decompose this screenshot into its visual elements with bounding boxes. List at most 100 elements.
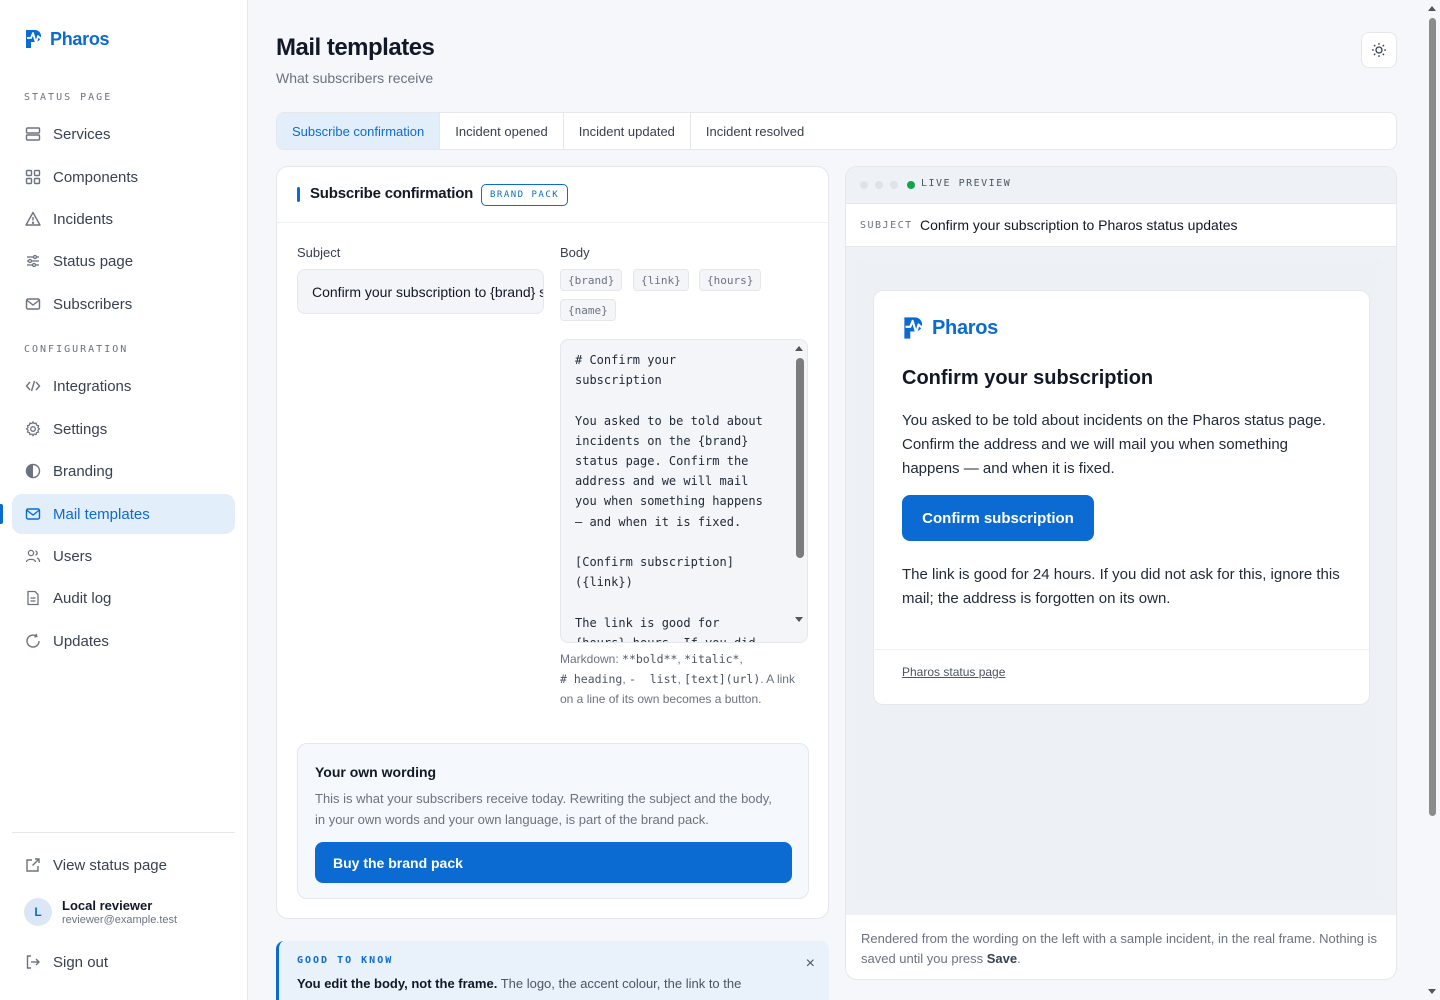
template-tabs: Subscribe confirmation Incident opened I… bbox=[276, 112, 1397, 150]
brand-pack-badge: BRAND PACK bbox=[481, 184, 569, 206]
mail-brand-name: Pharos bbox=[932, 316, 999, 339]
sign-out-icon bbox=[24, 953, 42, 971]
sign-out-label: Sign out bbox=[53, 953, 109, 971]
subject-input[interactable]: Confirm your subscription to {brand} sta… bbox=[297, 269, 544, 314]
subject-label: Subject bbox=[297, 245, 341, 260]
sidebar: Pharos STATUS PAGE Services Components I… bbox=[0, 0, 248, 1000]
body-textarea[interactable]: # Confirm your subscription You asked to… bbox=[560, 339, 808, 643]
mail-heading: Confirm your subscription bbox=[902, 367, 1154, 389]
file-icon bbox=[24, 589, 42, 607]
window-dot bbox=[890, 181, 898, 189]
warning-icon bbox=[24, 210, 42, 228]
server-icon bbox=[24, 125, 42, 143]
sidebar-item-label: Incidents bbox=[53, 210, 114, 228]
body-scrollbar[interactable] bbox=[791, 340, 807, 642]
mail-divider bbox=[874, 649, 1369, 650]
tab-subscribe-confirmation[interactable]: Subscribe confirmation bbox=[277, 113, 441, 149]
own-wording-text: This is what your subscribers receive to… bbox=[315, 791, 772, 827]
preview-footnote: Rendered from the wording on the left wi… bbox=[861, 931, 1377, 966]
mail-icon bbox=[24, 505, 42, 523]
tab-incident-opened[interactable]: Incident opened bbox=[440, 113, 564, 149]
sidebar-item-label: Status page bbox=[53, 252, 134, 270]
editor-title: Subscribe confirmation bbox=[310, 185, 474, 202]
brand-name: Pharos bbox=[50, 28, 110, 49]
sidebar-item-integrations[interactable]: Integrations bbox=[12, 366, 235, 406]
sidebar-item-incidents[interactable]: Incidents bbox=[12, 199, 235, 239]
sidebar-item-users[interactable]: Users bbox=[12, 536, 235, 576]
mail-footer-link[interactable]: Pharos status page bbox=[902, 665, 1005, 679]
placeholder-chip-hours[interactable]: {hours} bbox=[699, 269, 762, 291]
page-scrollbar[interactable] bbox=[1424, 0, 1440, 1000]
close-icon[interactable]: × bbox=[806, 955, 815, 973]
markdown-hint: Markdown: **bold**, *italic*, # heading,… bbox=[560, 652, 795, 706]
placeholder-chip-name[interactable]: {name} bbox=[560, 299, 616, 321]
sidebar-item-branding[interactable]: Branding bbox=[12, 451, 235, 491]
sidebar-item-label: Users bbox=[53, 547, 93, 565]
page-subtitle: What subscribers receive bbox=[276, 70, 434, 86]
window-dot bbox=[875, 181, 883, 189]
mail-logo: Pharos bbox=[902, 315, 998, 341]
window-dot bbox=[860, 181, 868, 189]
confirm-subscription-button[interactable]: Confirm subscription bbox=[902, 495, 1094, 541]
buy-brand-pack-button[interactable]: Buy the brand pack bbox=[315, 842, 792, 883]
sign-out-button[interactable]: Sign out bbox=[12, 942, 235, 982]
mail-preview: Pharos Confirm your subscription You ask… bbox=[873, 290, 1370, 705]
user-email: reviewer@example.test bbox=[62, 914, 178, 926]
sidebar-item-label: Settings bbox=[53, 420, 108, 438]
mail-paragraph: You asked to be told about incidents on … bbox=[902, 412, 1326, 477]
tab-incident-resolved[interactable]: Incident resolved bbox=[691, 113, 819, 149]
page-scroll-thumb[interactable] bbox=[1429, 18, 1436, 816]
sidebar-item-label: Components bbox=[53, 168, 139, 186]
editor-card: Subscribe confirmation BRAND PACK Subjec… bbox=[276, 166, 829, 919]
placeholder-chip-brand[interactable]: {brand} bbox=[560, 269, 623, 291]
sidebar-item-services[interactable]: Services bbox=[12, 114, 235, 154]
sliders-icon bbox=[24, 252, 42, 270]
view-status-page-link[interactable]: View status page bbox=[12, 845, 235, 885]
note-label: GOOD TO KNOW bbox=[297, 955, 394, 966]
mail-icon bbox=[24, 295, 42, 313]
editor-card-header: Subscribe confirmation BRAND PACK bbox=[277, 167, 828, 223]
placeholder-chip-link[interactable]: {link} bbox=[633, 269, 689, 291]
good-to-know-note: GOOD TO KNOW × You edit the body, not th… bbox=[276, 941, 829, 1000]
theme-toggle-button[interactable] bbox=[1361, 32, 1397, 68]
sidebar-divider bbox=[12, 832, 235, 833]
sidebar-item-label: Services bbox=[53, 125, 111, 143]
brand-logo[interactable]: Pharos bbox=[24, 28, 110, 50]
sidebar-item-components[interactable]: Components bbox=[12, 157, 235, 197]
contrast-icon bbox=[24, 462, 42, 480]
sidebar-item-label: Audit log bbox=[53, 589, 112, 607]
body-text: # Confirm your subscription You asked to… bbox=[575, 353, 763, 643]
section-configuration: CONFIGURATION bbox=[24, 344, 129, 355]
body-label: Body bbox=[560, 245, 590, 260]
user-profile[interactable]: L Local reviewer reviewer@example.test bbox=[24, 898, 177, 926]
sidebar-item-label: Branding bbox=[53, 462, 114, 480]
scroll-down-arrow[interactable] bbox=[795, 617, 803, 622]
sidebar-item-updates[interactable]: Updates bbox=[12, 621, 235, 661]
own-wording-box: Your own wording This is what your subsc… bbox=[297, 743, 809, 899]
preview-subject-row: SUBJECT Confirm your subscription to Pha… bbox=[846, 204, 1396, 247]
sidebar-item-settings[interactable]: Settings bbox=[12, 409, 235, 449]
tab-incident-updated[interactable]: Incident updated bbox=[564, 113, 691, 149]
user-name: Local reviewer bbox=[62, 898, 153, 913]
view-status-page-label: View status page bbox=[53, 856, 167, 874]
sidebar-item-label: Subscribers bbox=[53, 295, 133, 313]
sidebar-item-label: Updates bbox=[53, 632, 109, 650]
sidebar-item-subscribers[interactable]: Subscribers bbox=[12, 284, 235, 324]
note-text: You edit the body, not the frame. The lo… bbox=[297, 976, 742, 991]
code-icon bbox=[24, 377, 42, 395]
sidebar-item-status-page[interactable]: Status page bbox=[12, 241, 235, 281]
own-wording-title: Your own wording bbox=[315, 764, 437, 780]
sidebar-item-audit-log[interactable]: Audit log bbox=[12, 578, 235, 618]
sidebar-item-mail-templates[interactable]: Mail templates bbox=[12, 494, 235, 534]
subject-tag: SUBJECT bbox=[860, 220, 913, 231]
external-link-icon bbox=[24, 856, 42, 874]
scroll-up-arrow[interactable] bbox=[1428, 6, 1436, 11]
scroll-thumb[interactable] bbox=[796, 358, 804, 558]
pharos-logo-icon bbox=[26, 30, 45, 48]
scroll-down-arrow[interactable] bbox=[1428, 989, 1436, 994]
live-status-dot bbox=[907, 181, 915, 189]
pharos-logo-icon bbox=[904, 317, 927, 339]
live-preview-panel: LIVE PREVIEW SUBJECT Confirm your subscr… bbox=[845, 166, 1397, 980]
sidebar-item-label: Integrations bbox=[53, 377, 132, 395]
scroll-up-arrow[interactable] bbox=[795, 346, 803, 351]
